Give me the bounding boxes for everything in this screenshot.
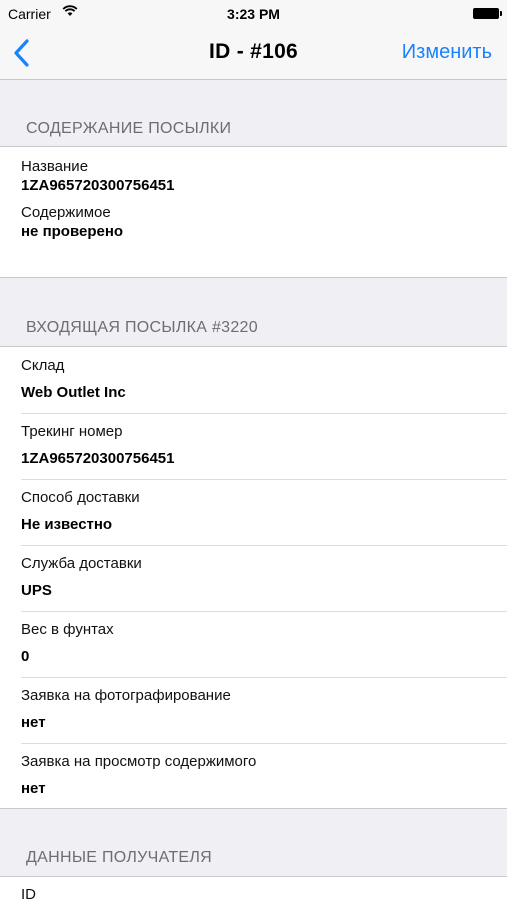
field-label: Служба доставки bbox=[21, 555, 142, 572]
field-value-name: 1ZA965720300756451 bbox=[21, 177, 175, 194]
status-bar: Carrier 3:23 PM bbox=[0, 0, 507, 28]
field-label: Вес в фунтах bbox=[21, 621, 114, 638]
field-label-id: ID bbox=[21, 886, 36, 903]
field-label: Способ доставки bbox=[21, 489, 140, 506]
field-label: Заявка на фотографирование bbox=[21, 687, 231, 704]
field-value: UPS bbox=[21, 582, 52, 599]
divider bbox=[21, 743, 507, 744]
field-value: Web Outlet Inc bbox=[21, 384, 126, 401]
incoming-group: Склад Web Outlet Inc Трекинг номер 1ZA96… bbox=[0, 346, 507, 809]
edit-button[interactable]: Изменить bbox=[402, 41, 492, 64]
field-value: нет bbox=[21, 780, 46, 797]
field-label-name: Название bbox=[21, 158, 89, 175]
divider bbox=[21, 413, 507, 414]
divider bbox=[21, 611, 507, 612]
navigation-bar: ID - #106 Изменить bbox=[0, 28, 507, 80]
recipient-group: ID bbox=[0, 876, 507, 916]
field-label: Склад bbox=[21, 357, 65, 374]
field-value: нет bbox=[21, 714, 46, 731]
field-label: Заявка на просмотр содержимого bbox=[21, 753, 257, 770]
field-label: Трекинг номер bbox=[21, 423, 123, 440]
divider bbox=[21, 677, 507, 678]
field-value-contents: не проверено bbox=[21, 223, 124, 240]
field-value: 0 bbox=[21, 648, 30, 665]
field-value: 1ZA965720300756451 bbox=[21, 450, 175, 467]
field-label-contents: Содержимое bbox=[21, 204, 111, 221]
section-header-recipient: ДАННЫЕ ПОЛУЧАТЕЛЯ bbox=[26, 849, 213, 866]
status-time: 3:23 PM bbox=[227, 6, 280, 22]
divider bbox=[21, 545, 507, 546]
divider bbox=[21, 479, 507, 480]
section-header-contents: СОДЕРЖАНИЕ ПОСЫЛКИ bbox=[26, 120, 232, 137]
field-value: Не известно bbox=[21, 516, 113, 533]
contents-group: Название 1ZA965720300756451 Содержимое н… bbox=[0, 146, 507, 278]
battery-icon bbox=[473, 8, 502, 19]
section-header-incoming: ВХОДЯЩАЯ ПОСЫЛКА #3220 bbox=[26, 319, 258, 336]
